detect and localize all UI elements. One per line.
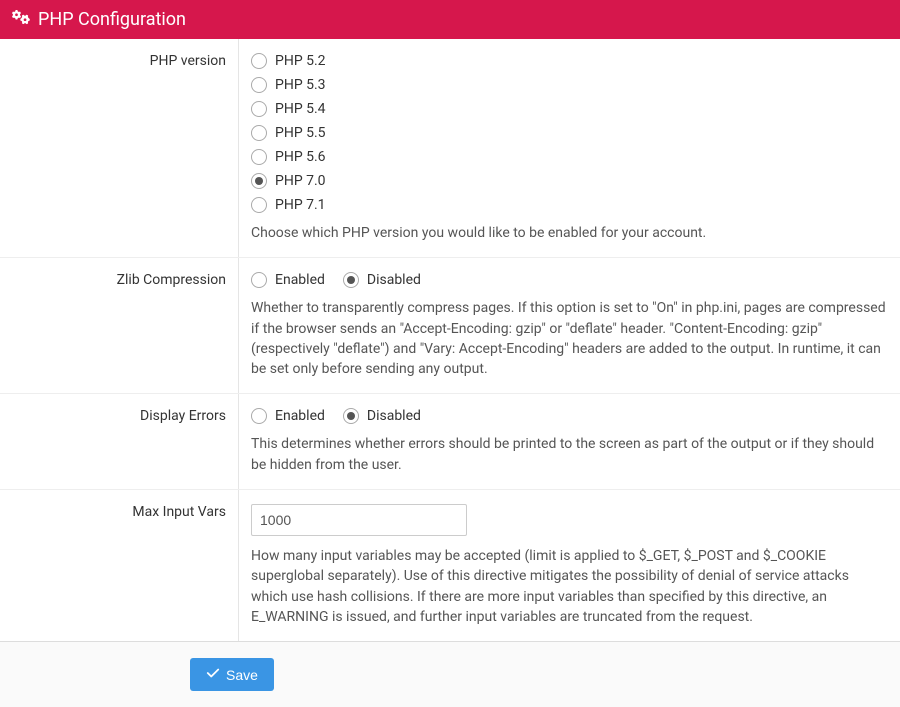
radio-icon <box>251 173 267 189</box>
max-input-vars-content: How many input variables may be accepted… <box>239 490 900 641</box>
radio-icon <box>251 408 267 424</box>
cogs-icon <box>12 8 30 31</box>
zlib-content: Enabled Disabled Whether to transparentl… <box>239 258 900 393</box>
row-zlib-compression: Zlib Compression Enabled Disabled Whethe… <box>0 258 900 394</box>
display-errors-disabled-text: Disabled <box>367 408 421 424</box>
display-errors-radio-group: Enabled Disabled <box>251 408 888 424</box>
php-version-radio-label: PHP 5.4 <box>275 101 326 117</box>
display-errors-enabled-text: Enabled <box>275 408 325 424</box>
php-version-radio-label: PHP 5.2 <box>275 53 326 69</box>
radio-icon <box>251 197 267 213</box>
row-display-errors: Display Errors Enabled Disabled This det… <box>0 394 900 490</box>
display-errors-enabled-radio[interactable]: Enabled <box>251 408 325 424</box>
php-version-content: PHP 5.2 PHP 5.3 PHP 5.4 PHP 5.5 PHP 5.6 PHP 7… <box>239 39 900 257</box>
php-version-radio[interactable]: PHP 5.6 <box>251 149 888 165</box>
display-errors-label: Display Errors <box>0 394 239 489</box>
max-input-vars-label: Max Input Vars <box>0 490 239 641</box>
display-errors-disabled-radio[interactable]: Disabled <box>343 408 421 424</box>
row-php-version: PHP version PHP 5.2 PHP 5.3 PHP 5.4 PHP 5.5… <box>0 39 900 258</box>
zlib-help: Whether to transparently compress pages.… <box>251 298 888 379</box>
radio-icon <box>251 53 267 69</box>
php-version-radio[interactable]: PHP 5.5 <box>251 125 888 141</box>
zlib-disabled-radio[interactable]: Disabled <box>343 272 421 288</box>
zlib-radio-group: Enabled Disabled <box>251 272 888 288</box>
footer: Save <box>0 642 900 707</box>
php-version-help: Choose which PHP version you would like … <box>251 223 888 243</box>
zlib-label: Zlib Compression <box>0 258 239 393</box>
radio-icon <box>251 272 267 288</box>
radio-icon <box>251 101 267 117</box>
save-button-label: Save <box>226 667 258 683</box>
php-version-radio[interactable]: PHP 7.0 <box>251 173 888 189</box>
panel-header: PHP Configuration <box>0 0 900 39</box>
php-version-radio[interactable]: PHP 5.4 <box>251 101 888 117</box>
row-max-input-vars: Max Input Vars How many input variables … <box>0 490 900 642</box>
php-version-radio-list: PHP 5.2 PHP 5.3 PHP 5.4 PHP 5.5 PHP 5.6 PHP 7… <box>251 53 888 213</box>
zlib-disabled-text: Disabled <box>367 272 421 288</box>
save-button[interactable]: Save <box>190 658 274 691</box>
radio-icon <box>251 125 267 141</box>
radio-icon <box>343 272 359 288</box>
radio-icon <box>251 77 267 93</box>
php-version-radio-label: PHP 5.3 <box>275 77 326 93</box>
php-version-radio-label: PHP 7.0 <box>275 173 326 189</box>
php-version-label: PHP version <box>0 39 239 257</box>
php-version-radio-label: PHP 7.1 <box>275 197 326 213</box>
display-errors-content: Enabled Disabled This determines whether… <box>239 394 900 489</box>
zlib-enabled-radio[interactable]: Enabled <box>251 272 325 288</box>
max-input-vars-help: How many input variables may be accepted… <box>251 546 888 627</box>
php-version-radio[interactable]: PHP 5.3 <box>251 77 888 93</box>
php-version-radio-label: PHP 5.5 <box>275 125 326 141</box>
php-version-radio[interactable]: PHP 7.1 <box>251 197 888 213</box>
display-errors-help: This determines whether errors should be… <box>251 434 888 475</box>
php-version-radio-label: PHP 5.6 <box>275 149 326 165</box>
max-input-vars-input[interactable] <box>251 504 467 536</box>
panel-title: PHP Configuration <box>38 9 186 30</box>
zlib-enabled-text: Enabled <box>275 272 325 288</box>
panel-body: PHP version PHP 5.2 PHP 5.3 PHP 5.4 PHP 5.5… <box>0 39 900 642</box>
check-icon <box>206 666 220 683</box>
radio-icon <box>343 408 359 424</box>
radio-icon <box>251 149 267 165</box>
php-version-radio[interactable]: PHP 5.2 <box>251 53 888 69</box>
